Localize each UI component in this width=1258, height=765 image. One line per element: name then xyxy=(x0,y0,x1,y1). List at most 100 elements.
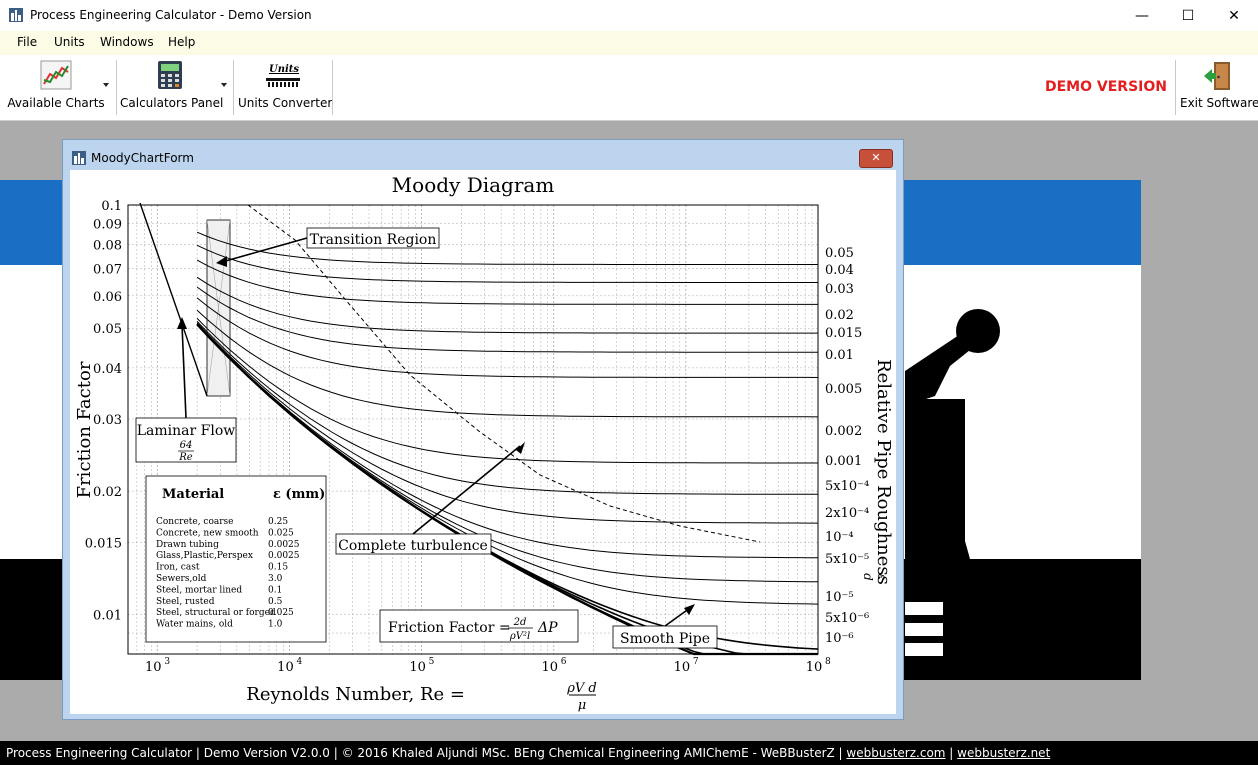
child-app-icon xyxy=(72,151,86,165)
moody-chart-window: MoodyChartForm ✕ Moody Diagram 0.1 0.09 0.… xyxy=(62,139,904,720)
y-tick-label: 0.01 xyxy=(93,608,122,623)
ff-tail: ΔP xyxy=(537,620,558,636)
right-axis-label: Relative Pipe Roughness xyxy=(873,359,894,585)
x-tick-exponent: 3 xyxy=(164,657,170,667)
units-converter-button[interactable]: Units Units Converter xyxy=(238,58,333,116)
available-charts-dropdown-icon[interactable] xyxy=(103,83,109,87)
material-roughness: 0.5 xyxy=(268,597,283,607)
material-roughness: 1.0 xyxy=(268,620,283,630)
material-name: Steel, mortar lined xyxy=(156,585,242,595)
material-roughness: 0.0025 xyxy=(268,540,300,550)
material-roughness: 3.0 xyxy=(268,574,283,584)
material-roughness: 0.15 xyxy=(268,563,288,573)
close-button[interactable]: ✕ xyxy=(1211,0,1257,31)
close-icon: ✕ xyxy=(1228,7,1240,24)
material-roughness: 0.1 xyxy=(268,585,282,595)
minimize-button[interactable]: — xyxy=(1119,0,1165,31)
complete-turbulence-label: Complete turbulence xyxy=(338,538,488,554)
material-header: Material xyxy=(162,487,224,502)
moody-chart: Moody Diagram 0.1 0.09 0.08 0.07 0.06 0.05 0.0… xyxy=(70,170,896,714)
status-text: Process Engineering Calculator | Demo Ve… xyxy=(6,746,847,760)
material-name: Water mains, old xyxy=(156,620,233,630)
y-tick-label: 0.07 xyxy=(93,262,122,277)
laminar-label: Laminar Flow xyxy=(137,423,236,439)
menu-bar: File Units Windows Help xyxy=(0,31,1258,55)
moody-diagram-svg: Moody Diagram 0.10.090.080.070.060.050.0… xyxy=(74,173,894,713)
chart-icon xyxy=(40,60,72,90)
roughness-label: 0.001 xyxy=(825,454,862,469)
y-tick-label: 0.04 xyxy=(93,362,122,377)
menu-windows[interactable]: Windows xyxy=(100,35,154,49)
x-tick-label: 10 xyxy=(806,660,823,675)
available-charts-button[interactable]: Available Charts xyxy=(4,58,108,116)
roughness-label: 10⁻⁵ xyxy=(825,590,854,605)
laminar-numerator: 64 xyxy=(180,440,193,451)
material-table: Material ε (mm) Concrete, coarse 0.25 Conc… xyxy=(145,475,327,643)
child-close-button[interactable]: ✕ xyxy=(859,149,893,168)
transition-label: Transition Region xyxy=(310,232,437,248)
smooth-pipe-label: Smooth Pipe xyxy=(620,631,710,647)
calculators-panel-label: Calculators Panel xyxy=(120,96,224,110)
laminar-denominator: Re xyxy=(178,452,193,463)
title-bar: Process Engineering Calculator - Demo Ve… xyxy=(0,0,1258,31)
webbusterz-net-link[interactable]: webbusterz.net xyxy=(957,746,1050,760)
x-axis-label-numerator: ρV d xyxy=(566,681,597,696)
roughness-label: 5x10⁻⁵ xyxy=(825,552,869,567)
roughness-label: 2x10⁻⁴ xyxy=(825,506,869,521)
x-axis-label-denominator: μ xyxy=(578,698,586,713)
material-roughness: 0.025 xyxy=(268,528,294,538)
roughness-curve xyxy=(196,297,819,378)
menu-help[interactable]: Help xyxy=(168,35,195,49)
x-tick-label: 10 xyxy=(277,660,294,675)
close-icon: ✕ xyxy=(871,151,881,164)
roughness-curve xyxy=(196,231,818,265)
menu-units[interactable]: Units xyxy=(54,35,85,49)
roughness-label: 0.005 xyxy=(825,382,862,397)
window-title: Process Engineering Calculator - Demo Ve… xyxy=(30,8,312,22)
available-charts-label: Available Charts xyxy=(7,96,105,110)
roughness-label: 5x10⁻⁶ xyxy=(825,611,869,626)
maximize-icon: ☐ xyxy=(1181,7,1195,24)
roughness-label: 0.015 xyxy=(825,326,862,341)
roughness-curve xyxy=(196,321,818,495)
material-name: Drawn tubing xyxy=(156,540,219,550)
x-tick-exponent: 4 xyxy=(296,657,302,667)
app-icon xyxy=(9,8,23,22)
units-converter-label: Units Converter xyxy=(238,96,333,110)
roughness-curve xyxy=(196,309,819,418)
x-tick-label: 10 xyxy=(674,660,691,675)
exit-software-button[interactable]: Exit Software xyxy=(1180,58,1258,116)
x-tick-label: 10 xyxy=(541,660,558,675)
chart-title: Moody Diagram xyxy=(392,173,555,197)
material-name: Iron, cast xyxy=(156,563,200,573)
material-name: Steel, structural or forged xyxy=(156,608,276,618)
x-tick-labels: 10 3 10 4 10 5 10 6 10 7 10 8 xyxy=(145,657,831,675)
y-tick-label: 0.1 xyxy=(101,199,122,214)
y-tick-label: 0.015 xyxy=(85,536,122,551)
calculators-panel-button[interactable]: Calculators Panel xyxy=(120,58,224,116)
exit-software-label: Exit Software xyxy=(1180,96,1258,110)
webbusterz-com-link[interactable]: webbusterz.com xyxy=(846,746,945,760)
x-tick-exponent: 7 xyxy=(693,657,699,667)
laminar-flow-line xyxy=(139,202,208,397)
calculators-panel-dropdown-icon[interactable] xyxy=(221,83,227,87)
roughness-labels: 0.05 0.04 0.03 0.02 0.015 0.01 0.005 0.002 0.001… xyxy=(825,246,869,646)
roughness-label: 5x10⁻⁴ xyxy=(825,479,869,494)
roughness-label: 0.03 xyxy=(825,282,854,297)
x-tick-exponent: 6 xyxy=(561,657,567,667)
calculator-icon xyxy=(158,61,182,89)
maximize-button[interactable]: ☐ xyxy=(1165,0,1211,31)
x-axis-label: Reynolds Number, Re = xyxy=(246,684,465,705)
menu-file[interactable]: File xyxy=(17,35,37,49)
friction-factor-formula: Friction Factor = 2d ρV²l ΔP xyxy=(379,609,579,643)
toolbar-separator xyxy=(332,60,333,115)
units-icon: Units xyxy=(266,64,300,88)
epsilon-header: ε (mm) xyxy=(273,487,325,502)
child-window-title: MoodyChartForm xyxy=(91,151,194,165)
demo-version-label: DEMO VERSION xyxy=(1045,79,1167,95)
x-tick-exponent: 8 xyxy=(825,657,831,667)
y-tick-label: 0.08 xyxy=(93,239,122,254)
status-separator: | xyxy=(945,746,958,760)
y-tick-label: 0.06 xyxy=(93,290,122,305)
status-text-wrapper: Process Engineering Calculator | Demo Ve… xyxy=(6,746,1050,760)
